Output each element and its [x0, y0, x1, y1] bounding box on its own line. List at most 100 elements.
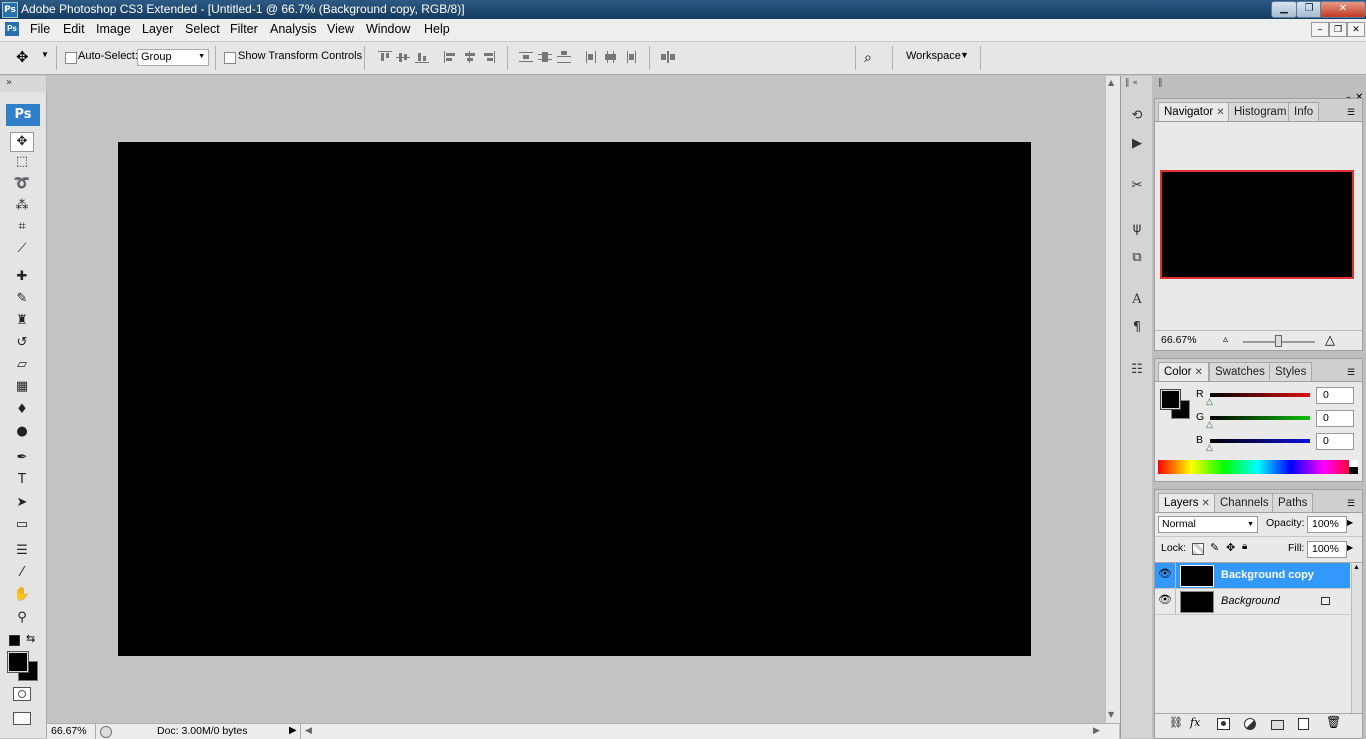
history-brush-tool-icon[interactable]: ↺ — [12, 334, 32, 352]
menu-select[interactable]: Select — [185, 22, 220, 36]
distribute-top-icon[interactable] — [519, 51, 533, 63]
distribute-hcenter-icon[interactable] — [604, 51, 618, 63]
channel-slider-thumb[interactable]: △ — [1206, 396, 1213, 407]
distribute-right-icon[interactable] — [623, 51, 637, 63]
scroll-up-icon[interactable]: ▲ — [1353, 564, 1360, 571]
dock-grip-icon[interactable]: ‖ — [1158, 78, 1163, 88]
tab-histogram[interactable]: Histogram — [1228, 102, 1293, 121]
healing-brush-tool-icon[interactable]: ✚ — [12, 268, 32, 286]
bridge-icon[interactable]: ⌕ — [864, 49, 872, 66]
eraser-tool-icon[interactable]: ▱ — [12, 356, 32, 374]
channel-slider-track[interactable] — [1210, 393, 1310, 397]
type-tool-icon[interactable]: T — [12, 471, 32, 489]
marquee-tool-icon[interactable]: ⬚ — [12, 153, 32, 171]
scroll-down-icon[interactable]: ▼ — [1108, 710, 1114, 719]
scroll-right-icon[interactable]: ▶ — [1093, 725, 1100, 736]
scroll-left-icon[interactable]: ◀ — [305, 725, 312, 736]
doc-restore-button[interactable]: ❐ — [1329, 22, 1347, 37]
tool-presets-icon[interactable]: ✂ — [1127, 176, 1147, 196]
toolbar-collapse-handle[interactable]: » — [0, 76, 46, 92]
chevron-down-icon[interactable]: ▼ — [41, 50, 49, 59]
history-panel-icon[interactable]: ⟲ — [1127, 106, 1147, 126]
swap-colors-icon[interactable]: ⇆ — [26, 632, 35, 645]
layers-scrollbar[interactable]: ▲ — [1351, 564, 1362, 714]
channel-value-input[interactable]: 0 — [1316, 433, 1354, 450]
channel-value-input[interactable]: 0 — [1316, 410, 1354, 427]
blur-tool-icon[interactable]: ♦ — [12, 401, 32, 419]
channel-slider-track[interactable] — [1210, 416, 1310, 420]
visibility-eye-icon[interactable]: 👁︎ — [1158, 567, 1172, 580]
tab-navigator[interactable]: Navigator ✕ — [1158, 102, 1231, 121]
channel-slider-thumb[interactable]: △ — [1206, 442, 1213, 453]
opacity-input[interactable]: 100% — [1307, 516, 1347, 533]
auto-select-dropdown[interactable]: Group ▼ — [137, 49, 209, 66]
slice-tool-icon[interactable]: ⟋ — [12, 240, 32, 258]
foreground-color-swatch[interactable] — [1160, 389, 1181, 410]
document-icon[interactable]: Ps — [5, 22, 19, 36]
shape-tool-icon[interactable]: ▭ — [12, 516, 32, 534]
move-tool-preset-icon[interactable]: ✥ — [16, 48, 29, 66]
zoom-slider-thumb[interactable] — [1275, 335, 1282, 347]
align-left-icon[interactable] — [444, 51, 458, 63]
zoom-in-icon[interactable]: △ — [1325, 332, 1335, 348]
menu-image[interactable]: Image — [96, 22, 131, 36]
tab-paths[interactable]: Paths — [1272, 493, 1314, 512]
minimize-button[interactable]: ▁ — [1271, 1, 1297, 18]
layer-style-icon[interactable]: fx — [1190, 716, 1200, 729]
tab-info[interactable]: Info — [1288, 102, 1320, 121]
close-icon[interactable]: ✕ — [1216, 107, 1224, 118]
visibility-eye-icon[interactable]: 👁︎ — [1158, 593, 1172, 606]
color-ramp[interactable] — [1158, 460, 1357, 474]
crop-tool-icon[interactable]: ⌗ — [12, 218, 32, 236]
paragraph-panel-icon[interactable]: ¶ — [1127, 318, 1147, 338]
lasso-tool-icon[interactable]: ➰ — [12, 175, 32, 193]
align-hcenter-icon[interactable] — [463, 51, 477, 63]
menu-help[interactable]: Help — [424, 22, 450, 36]
fill-slider-arrow-icon[interactable]: ▶ — [1347, 543, 1353, 552]
chevron-down-icon[interactable]: ▼ — [960, 50, 969, 60]
new-group-icon[interactable] — [1271, 720, 1284, 730]
doc-minimize-button[interactable]: – — [1311, 22, 1329, 37]
zoom-out-icon[interactable]: ▵ — [1223, 334, 1228, 345]
distribute-left-icon[interactable] — [585, 51, 599, 63]
tab-layers[interactable]: Layers ✕ — [1158, 493, 1216, 512]
actions-panel-icon[interactable]: ▶ — [1127, 134, 1147, 154]
panel-menu-icon[interactable]: ☰ — [1347, 498, 1355, 509]
vertical-scrollbar[interactable]: ▲ ▼ — [1105, 76, 1120, 723]
foreground-color-swatch[interactable] — [7, 651, 29, 673]
tab-channels[interactable]: Channels — [1214, 493, 1275, 512]
lock-all-icon[interactable]: 🔒︎ — [1242, 541, 1247, 552]
layer-thumbnail[interactable] — [1180, 565, 1214, 587]
tab-styles[interactable]: Styles — [1269, 362, 1313, 381]
align-bottom-icon[interactable] — [415, 51, 429, 63]
align-vcenter-icon[interactable] — [396, 51, 410, 63]
workspace-button[interactable]: Workspace — [906, 50, 961, 62]
channel-slider-thumb[interactable]: △ — [1206, 419, 1213, 430]
align-top-icon[interactable] — [378, 51, 392, 63]
adjustment-layer-icon[interactable] — [1244, 718, 1256, 730]
maximize-button[interactable]: ❐ — [1296, 1, 1322, 18]
channel-value-input[interactable]: 0 — [1316, 387, 1354, 404]
link-layers-icon[interactable]: ⛓ — [1169, 716, 1183, 729]
gradient-tool-icon[interactable]: ▦ — [12, 378, 32, 396]
tab-color[interactable]: Color ✕ — [1158, 362, 1209, 381]
show-transform-checkbox[interactable] — [224, 52, 236, 64]
status-info-icon[interactable] — [100, 726, 112, 738]
channel-slider-track[interactable] — [1210, 439, 1310, 443]
menu-file[interactable]: File — [30, 22, 50, 36]
pen-tool-icon[interactable]: ✒ — [12, 449, 32, 467]
character-panel-icon[interactable]: A — [1127, 290, 1147, 310]
delete-layer-icon[interactable]: 🗑︎ — [1326, 715, 1341, 729]
lock-transparent-icon[interactable] — [1192, 543, 1204, 555]
navigator-zoom[interactable]: 66.67% — [1161, 334, 1197, 346]
layer-name[interactable]: Background copy — [1221, 569, 1314, 581]
move-tool-icon[interactable]: ✥ — [10, 132, 34, 152]
close-button[interactable]: ✕ — [1320, 1, 1366, 18]
auto-select-checkbox[interactable] — [65, 52, 77, 64]
auto-align-layers-icon[interactable] — [661, 51, 675, 63]
align-right-icon[interactable] — [482, 51, 496, 63]
quick-mask-icon[interactable] — [13, 687, 31, 701]
dodge-tool-icon[interactable]: ● — [12, 423, 32, 441]
eyedropper-tool-icon[interactable]: ⁄ — [12, 564, 32, 582]
layer-mask-icon[interactable] — [1217, 718, 1230, 730]
